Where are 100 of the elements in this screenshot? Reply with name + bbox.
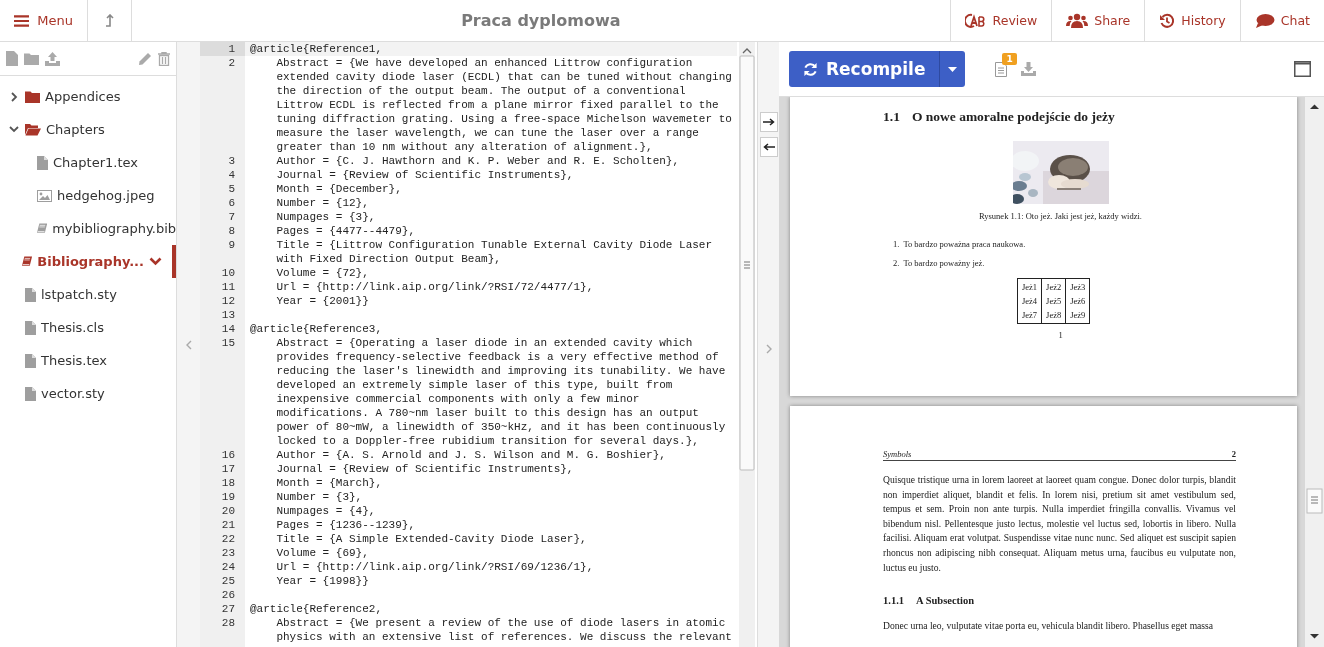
delete-button[interactable]: [158, 51, 170, 66]
code-line: @article{Reference3,: [250, 322, 383, 336]
upload-icon: [45, 51, 60, 66]
upload-button[interactable]: [45, 51, 60, 66]
sync-to-pdf-button[interactable]: [759, 112, 778, 132]
code-line: Url = {http://link.aip.org/link/?RSI/69/1236/1},: [276, 560, 594, 574]
new-folder-button[interactable]: [24, 52, 39, 65]
subsection-number: 1.1.1: [883, 595, 904, 607]
sync-to-code-button[interactable]: [759, 137, 778, 157]
arrow-up-icon: [104, 13, 115, 28]
arrow-right-icon: [762, 118, 775, 126]
book-icon: [37, 222, 48, 235]
list-marker: 1.: [893, 239, 900, 249]
open-folder-icon: [25, 123, 41, 136]
table-cell: Jeż6: [1065, 294, 1090, 308]
file-icon: [25, 353, 36, 368]
running-head: Symbols: [883, 449, 912, 459]
file-tree-item[interactable]: Chapter1.tex: [0, 146, 176, 179]
file-tree-item[interactable]: Appendices: [0, 80, 176, 113]
maximize-icon: [1294, 61, 1311, 77]
document-icon: [995, 61, 1008, 77]
page-number: 1: [1058, 330, 1063, 340]
trash-icon: [158, 51, 170, 66]
section-number: 1.1: [883, 109, 900, 125]
book-icon: [22, 255, 33, 268]
code-line: Year = {2001}}: [276, 294, 369, 308]
table-cell: Jeż5: [1041, 294, 1066, 308]
new-file-button[interactable]: [6, 51, 18, 66]
code-line: Pages = {4477--4479},: [276, 224, 415, 238]
history-icon: [1159, 12, 1176, 29]
code-line: Title = {A Simple Extended-Cavity Diode Laser},: [276, 532, 587, 546]
rename-button[interactable]: [138, 51, 152, 66]
code-line: Volume = {72},: [276, 266, 369, 280]
code-line: Numpages = {3},: [276, 210, 376, 224]
code-line: Title = {Littrow Configuration Tunable External Cavity Diode Laser with Fixed Direction Output Beam},: [276, 238, 713, 266]
code-line: Author = {C. J. Hawthorn and K. P. Weber and R. E. Scholten},: [276, 154, 680, 168]
image-icon: [37, 189, 52, 202]
line-number: 1: [200, 42, 245, 56]
table-cell: Jeż2: [1041, 278, 1066, 294]
table-cell: Jeż1: [1017, 278, 1042, 294]
code-line: Month = {March},: [276, 476, 382, 490]
maximize-button[interactable]: [1294, 61, 1311, 77]
table-cell: Jeż8: [1041, 308, 1066, 324]
code-line: @article{Reference1,: [250, 42, 383, 56]
file-icon: [25, 287, 36, 302]
folder-icon: [25, 90, 40, 103]
code-line: Journal = {Review of Scientific Instruments},: [276, 462, 574, 476]
code-line: Month = {December},: [276, 182, 402, 196]
file-tree-item[interactable]: lstpatch.sty: [0, 278, 176, 311]
file-tree-item[interactable]: Chapters: [0, 113, 176, 146]
paragraph: Donec urna leo, vulputate vitae porta eu, vehicula blandit libero. Phasellus eget massa: [883, 620, 1215, 632]
scrollbar[interactable]: [739, 42, 755, 647]
section-title: O nowe amoralne podejście do jeży: [911, 109, 1115, 125]
list-item: To bardzo poważny jeż.: [903, 258, 985, 268]
menu-icon: [14, 13, 30, 28]
log-count-badge: 1: [1002, 52, 1017, 65]
file-tree-item[interactable]: mybibliography.bib: [0, 212, 176, 245]
users-icon: [1066, 12, 1089, 29]
file-tree-item[interactable]: Thesis.cls: [0, 311, 176, 344]
file-tree-item[interactable]: hedgehog.jpeg: [0, 179, 176, 212]
file-icon: [37, 155, 48, 170]
download-button[interactable]: [1021, 62, 1037, 76]
list-item: To bardzo poważna praca naukowa.: [903, 239, 1026, 249]
chevron-right-icon[interactable]: [765, 344, 772, 354]
file-icon: [25, 386, 36, 401]
page-number: 2: [1231, 449, 1236, 459]
subsection-title: A Subsection: [916, 595, 975, 607]
chevron-down-icon[interactable]: [149, 257, 162, 266]
chat-icon: [1254, 12, 1275, 29]
file-tree-item[interactable]: vector.sty: [0, 377, 176, 410]
file-icon: [6, 51, 18, 66]
code-line: Abstract = {We have developed an enhanced Littrow configuration extended cavity diode laser (ECDL) that can be tuned without changing the direction of the output beam. The output of a conventional Littrow ECDL is reflected from a plane mirror fixed parallel to the tuning diffraction grating. Using a free-space Michelson wavemeter to measure the laser wavelength, we can tune the laser over a range greater than 10 nm without any alteration of alignment.},: [276, 56, 732, 154]
code-line: Abstract = {Operating a laser diode in an extended cavity which provides frequency-selective feedback is a very effective method of reducing the laser's linewidth and improving its tunability. We have developed an extremely simple laser of this type, built from inexpensive commercial components with only a few minor modifications. A 780~nm laser built to this design has an output power of 80~mW, a linewidth of 350~kHz, and it has been continuously locked to a Doppler-free rubidium transition for several days.},: [276, 336, 726, 448]
code-line: Author = {A. S. Arnold and J. S. Wilson and M. G. Boshier},: [276, 448, 666, 462]
chevron-left-icon[interactable]: [185, 339, 192, 350]
project-title: Praca dyplomowa: [461, 11, 621, 30]
table-cell: Jeż3: [1065, 278, 1090, 294]
code-line: Number = {12},: [276, 196, 369, 210]
code-line: Url = {http://link.aip.org/link/?RSI/72/4477/1},: [276, 280, 594, 294]
code-line: @article{Reference2,: [250, 602, 383, 616]
chevron-right-icon: [10, 91, 18, 102]
figure-caption: Rysunek 1.1: Oto jeż. Jaki jest jeż, każdy widzi.: [979, 211, 1142, 221]
list-marker: 2.: [893, 258, 900, 268]
logs-button[interactable]: [995, 61, 1008, 77]
paragraph: Quisque tristique urna in lorem laoreet at laoreet quam congue. Donec dolor turpis, blandit non imperdiet aliquet, blandit et felis. In lorem nisi, pretium sit amet vestibulum sed, tempus et sem. Proin non ante turpis. Nulla imperdiet fringilla convallis. Vivamus vel bibendum nisl. Pellentesque justo lectus, molestie vel luctus sed, lobortis in libero. Nulla facilisi. Aliquam erat volutpat. Suspendisse vitae nunc nunc. Sed aliquet est suscipit sapien rhoncus non adipiscing nibh consequat. Aliquam metus urna, faucibus eu vulputate non, luctus eu justo.: [883, 473, 1236, 575]
code-line: Year = {1998}}: [276, 574, 369, 588]
folder-icon: [24, 52, 39, 65]
file-tree-item[interactable]: Thesis.tex: [0, 344, 176, 377]
code-line: Number = {3},: [276, 490, 363, 504]
table-cell: Jeż4: [1017, 294, 1042, 308]
review-icon: [964, 12, 987, 29]
code-line: Journal = {Review of Scientific Instruments},: [276, 168, 574, 182]
download-icon: [1021, 62, 1037, 76]
pencil-icon: [138, 51, 152, 66]
arrow-left-icon: [762, 143, 775, 151]
table-cell: Jeż7: [1017, 308, 1042, 324]
code-line: Pages = {1236--1239},: [276, 518, 415, 532]
code-line: Abstract = {We present a review of the use of diode lasers in atomic physics with an extensive list of references. We discuss the relevant: [276, 616, 732, 644]
chevron-down-icon: [9, 126, 19, 133]
caret-icon: [948, 66, 958, 72]
